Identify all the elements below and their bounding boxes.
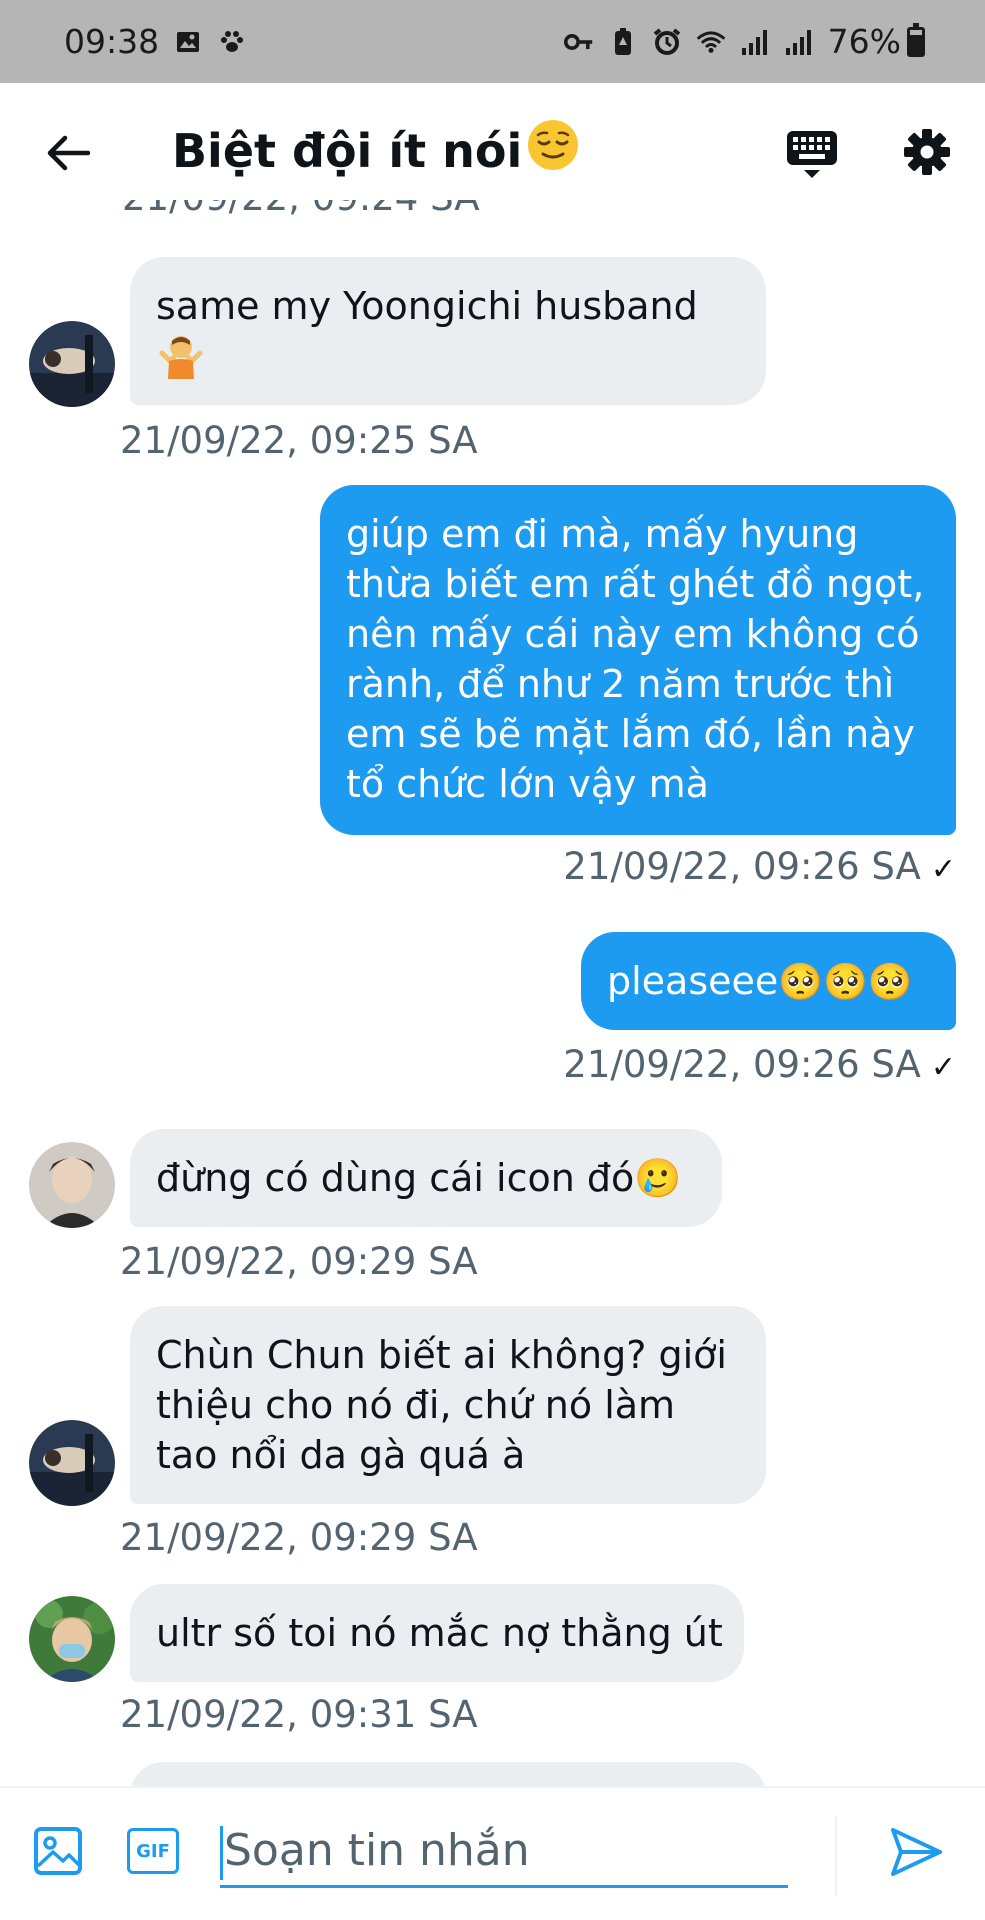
settings-button[interactable]: [900, 125, 954, 179]
battery-saver-icon: [608, 27, 638, 57]
message-timestamp: 21/09/22, 09:29 SA: [120, 1516, 478, 1559]
send-icon: [891, 1828, 942, 1876]
avatar[interactable]: [29, 321, 115, 407]
incoming-message-bubble[interactable]: ultr số toi nó mắc nợ thằng út: [130, 1584, 744, 1682]
battery-percent: 76%: [827, 22, 901, 61]
outgoing-message-bubble[interactable]: pleaseee🥺🥺🥺: [581, 932, 956, 1030]
status-bar: 09:38 76%: [0, 0, 985, 83]
status-time: 09:38: [64, 22, 160, 61]
battery-fill: [910, 35, 922, 54]
pleading-face-emoji: 🥺🥺🥺: [778, 962, 913, 1003]
message-text: Chùn Chun biết ai không? giới thiệu cho …: [156, 1333, 727, 1477]
message-composer: GIF Soạn tin nhắn: [0, 1786, 985, 1920]
status-left: 09:38: [64, 22, 247, 61]
incoming-message-bubble[interactable]: đừng có dùng cái icon đó🥲: [130, 1129, 722, 1227]
incoming-message-bubble[interactable]: same my Yoongichi husband: [130, 257, 766, 405]
alarm-icon: [652, 27, 682, 57]
battery-icon: [907, 22, 925, 57]
avatar[interactable]: [29, 1596, 115, 1682]
add-photo-button[interactable]: [33, 1826, 83, 1876]
vpn-key-icon: [563, 27, 594, 57]
smiling-tear-emoji: 🥲: [634, 1156, 682, 1200]
gear-icon: [904, 129, 950, 175]
message-text: giúp em đi mà, mấy hyung thừa biết em rấ…: [346, 512, 925, 806]
battery-indicator: 76%: [828, 22, 925, 61]
send-button[interactable]: [888, 1824, 944, 1880]
arrow-left-icon: [47, 135, 90, 171]
message-timestamp: 21/09/22, 09:31 SA: [120, 1693, 478, 1736]
message-text: same my Yoongichi husband: [156, 284, 698, 328]
shrug-emoji: [156, 336, 206, 390]
back-button[interactable]: [42, 127, 94, 179]
avatar[interactable]: [29, 1142, 115, 1228]
message-text: ultr số toi nó mắc nợ thằng út: [156, 1611, 723, 1655]
wifi-icon: [696, 27, 726, 57]
incoming-message-bubble[interactable]: [130, 1762, 766, 1786]
message-timestamp: 21/09/22, 09:26 SA ✓: [563, 845, 956, 888]
sent-check-icon: ✓: [930, 852, 956, 887]
image-icon: [34, 1827, 82, 1875]
incoming-message-bubble[interactable]: Chùn Chun biết ai không? giới thiệu cho …: [130, 1306, 766, 1504]
gallery-notification-icon: [173, 27, 203, 57]
relieved-face-emoji: [526, 118, 580, 183]
paw-notification-icon: [217, 27, 247, 57]
message-input[interactable]: Soạn tin nhắn: [220, 1816, 788, 1888]
message-text: pleaseee: [607, 959, 779, 1003]
message-text: đừng có dùng cái icon đó: [156, 1156, 635, 1200]
text-cursor: [220, 1826, 223, 1880]
message-list[interactable]: 21/09/22, 09:24 SA same my Yoongichi hus…: [0, 200, 985, 1786]
timestamp-text: 21/09/22, 09:26 SA: [563, 1043, 921, 1086]
sent-check-icon: ✓: [930, 1050, 956, 1085]
message-timestamp: 21/09/22, 09:26 SA ✓: [563, 1043, 956, 1086]
status-right: 76%: [563, 22, 925, 61]
conversation-title[interactable]: Biệt đội ít nói: [172, 118, 580, 183]
keyboard-toggle-button[interactable]: [786, 125, 838, 185]
outgoing-message-bubble[interactable]: giúp em đi mà, mấy hyung thừa biết em rấ…: [320, 485, 956, 835]
message-timestamp: 21/09/22, 09:25 SA: [120, 419, 478, 462]
avatar[interactable]: [29, 1420, 115, 1506]
timestamp-text: 21/09/22, 09:26 SA: [563, 845, 921, 888]
signal-sim2-icon: [784, 27, 814, 57]
gif-button[interactable]: GIF: [127, 1828, 179, 1874]
signal-sim1-icon: [740, 27, 770, 57]
gif-icon: GIF: [136, 1840, 170, 1862]
message-timestamp: 21/09/22, 09:24 SA: [122, 200, 480, 219]
message-input-placeholder: Soạn tin nhắn: [224, 1825, 530, 1876]
composer-divider: [835, 1816, 837, 1896]
keyboard-icon: [787, 131, 837, 178]
message-timestamp: 21/09/22, 09:29 SA: [120, 1240, 478, 1283]
conversation-title-text: Biệt đội ít nói: [172, 123, 523, 178]
